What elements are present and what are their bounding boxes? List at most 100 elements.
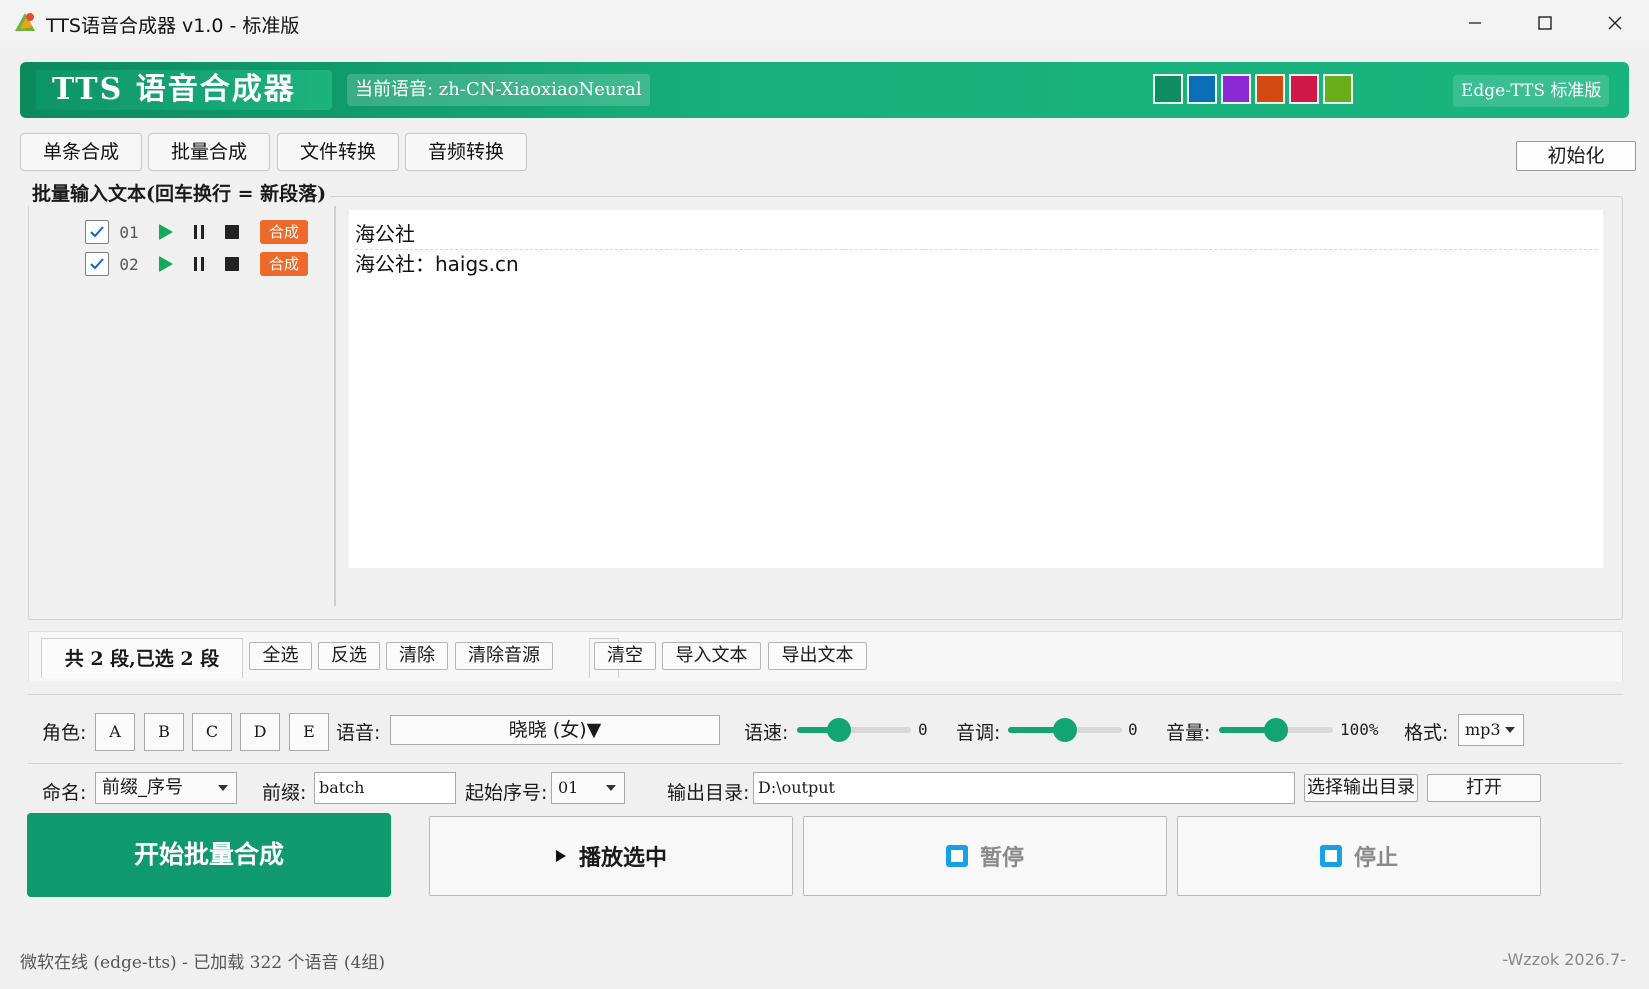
current-voice-label: 当前语音: zh-CN-XiaoxiaoNeural	[347, 74, 650, 106]
checkmark-icon	[90, 226, 104, 238]
stop-icon	[224, 257, 239, 271]
batch-text-editor[interactable]: 海公社 海公社：haigs.cn	[349, 210, 1603, 568]
tab-batch[interactable]: 批量合成	[148, 133, 270, 171]
pause-button[interactable]	[182, 252, 215, 276]
stop-button[interactable]	[215, 220, 248, 244]
status-text: 微软在线 (edge-tts) - 已加载 322 个语音 (4组)	[20, 953, 385, 973]
role-b-button[interactable]: B	[144, 713, 184, 751]
segment-checkbox[interactable]	[85, 220, 109, 244]
segment-list: 01 合成 02 合成	[30, 206, 336, 606]
invert-selection-button[interactable]: 反选	[318, 642, 380, 670]
edition-badge: Edge-TTS 标准版	[1453, 75, 1610, 107]
tab-file-convert[interactable]: 文件转换	[277, 133, 399, 171]
segment-row: 02 合成	[85, 250, 308, 278]
pause-icon	[193, 257, 204, 271]
theme-swatch-green[interactable]	[1153, 74, 1183, 104]
pitch-value: 0	[1128, 720, 1138, 739]
theme-swatch-blue[interactable]	[1187, 74, 1217, 104]
play-selected-label: 播放选中	[578, 846, 667, 871]
close-icon	[1608, 16, 1622, 30]
import-text-button[interactable]: 导入文本	[662, 642, 761, 670]
role-c-button[interactable]: C	[192, 713, 232, 751]
window-title: TTS语音合成器 v1.0 - 标准版	[46, 15, 300, 37]
pause-batch-button[interactable]: 暂停	[803, 816, 1167, 896]
pause-batch-label: 暂停	[979, 846, 1024, 871]
app-brand: TTS 语音合成器	[36, 70, 332, 110]
stop-square-icon	[945, 845, 968, 867]
synthesize-segment-button[interactable]: 合成	[260, 220, 308, 244]
start-index-label: 起始序号:	[465, 782, 548, 804]
clear-all-button[interactable]: 清空	[594, 642, 656, 670]
theme-swatch-orange[interactable]	[1255, 74, 1285, 104]
tab-audio-convert[interactable]: 音频转换	[405, 133, 527, 171]
start-batch-synthesis-button[interactable]: 开始批量合成	[27, 813, 391, 897]
author-credit: -Wzzok 2026.7-	[1502, 950, 1626, 969]
segment-count: 共 2 段,已选 2 段	[41, 638, 243, 678]
volume-slider[interactable]	[1219, 718, 1333, 742]
prefix-label: 前缀:	[262, 782, 307, 804]
segment-row: 01 合成	[85, 218, 308, 246]
pitch-slider[interactable]	[1008, 718, 1122, 742]
app-client-area: TTS 语音合成器 当前语音: zh-CN-XiaoxiaoNeural Edg…	[0, 46, 1649, 989]
app-icon	[15, 13, 35, 31]
open-output-dir-button[interactable]: 打开	[1427, 774, 1541, 802]
select-all-button[interactable]: 全选	[249, 642, 312, 670]
rate-slider[interactable]	[797, 718, 911, 742]
initialize-button[interactable]: 初始化	[1516, 141, 1636, 171]
chevron-down-icon	[606, 785, 616, 791]
voice-label: 语音:	[336, 722, 381, 744]
stop-batch-button[interactable]: 停止	[1177, 816, 1541, 896]
editor-line: 海公社：haigs.cn	[355, 252, 519, 276]
choose-output-dir-button[interactable]: 选择输出目录	[1304, 774, 1418, 802]
format-value: mp3	[1465, 720, 1501, 739]
tab-single[interactable]: 单条合成	[20, 133, 142, 171]
title-bar: TTS语音合成器 v1.0 - 标准版	[0, 0, 1649, 46]
maximize-icon	[1538, 16, 1552, 30]
volume-value: 100%	[1340, 720, 1379, 739]
close-button[interactable]	[1580, 0, 1649, 46]
clear-audio-button[interactable]: 清除音源	[455, 642, 553, 670]
format-select[interactable]: mp3	[1458, 714, 1524, 746]
export-text-button[interactable]: 导出文本	[768, 642, 867, 670]
voice-select[interactable]: 晓晓 (女)▼	[390, 715, 720, 745]
play-icon	[158, 224, 173, 240]
theme-swatch-crimson[interactable]	[1289, 74, 1319, 104]
pause-icon	[193, 225, 204, 239]
rate-label: 语速:	[744, 722, 789, 744]
segment-number: 01	[119, 222, 139, 242]
output-dir-input[interactable]: D:\output	[753, 772, 1295, 804]
pause-button[interactable]	[182, 220, 215, 244]
role-a-button[interactable]: A	[95, 713, 135, 751]
role-e-button[interactable]: E	[289, 713, 329, 751]
minimize-button[interactable]	[1440, 0, 1510, 46]
output-dir-label: 输出目录:	[667, 782, 750, 804]
prefix-input[interactable]: batch	[314, 772, 456, 804]
synthesize-segment-button[interactable]: 合成	[260, 252, 308, 276]
start-index-select[interactable]: 01	[551, 772, 625, 804]
voice-parameters-row: 角色: A B C D E 语音: 晓晓 (女)▼ 语速: 0 音调: 0 音量…	[28, 694, 1623, 764]
theme-swatch-lime[interactable]	[1323, 74, 1353, 104]
theme-swatch-purple[interactable]	[1221, 74, 1251, 104]
volume-label: 音量:	[1166, 722, 1211, 744]
stop-icon	[224, 225, 239, 239]
stop-button[interactable]	[215, 252, 248, 276]
naming-mode-value: 前缀_序号	[102, 777, 183, 798]
chevron-down-icon	[218, 785, 228, 791]
format-label: 格式:	[1404, 722, 1449, 744]
role-label: 角色:	[42, 722, 87, 744]
naming-mode-select[interactable]: 前缀_序号	[95, 772, 237, 804]
play-icon	[158, 256, 173, 272]
play-button[interactable]	[149, 220, 182, 244]
start-index-value: 01	[558, 778, 579, 797]
minimize-icon	[1469, 22, 1481, 24]
header-banner: TTS 语音合成器 当前语音: zh-CN-XiaoxiaoNeural Edg…	[20, 62, 1629, 118]
maximize-button[interactable]	[1510, 0, 1580, 46]
role-d-button[interactable]: D	[240, 713, 280, 751]
clear-button[interactable]: 清除	[386, 642, 448, 670]
stop-batch-label: 停止	[1353, 846, 1398, 871]
play-button[interactable]	[149, 252, 182, 276]
pitch-label: 音调:	[956, 722, 1001, 744]
play-selected-button[interactable]: 播放选中	[429, 816, 793, 896]
editor-line: 海公社	[355, 220, 1597, 250]
segment-checkbox[interactable]	[85, 252, 109, 276]
